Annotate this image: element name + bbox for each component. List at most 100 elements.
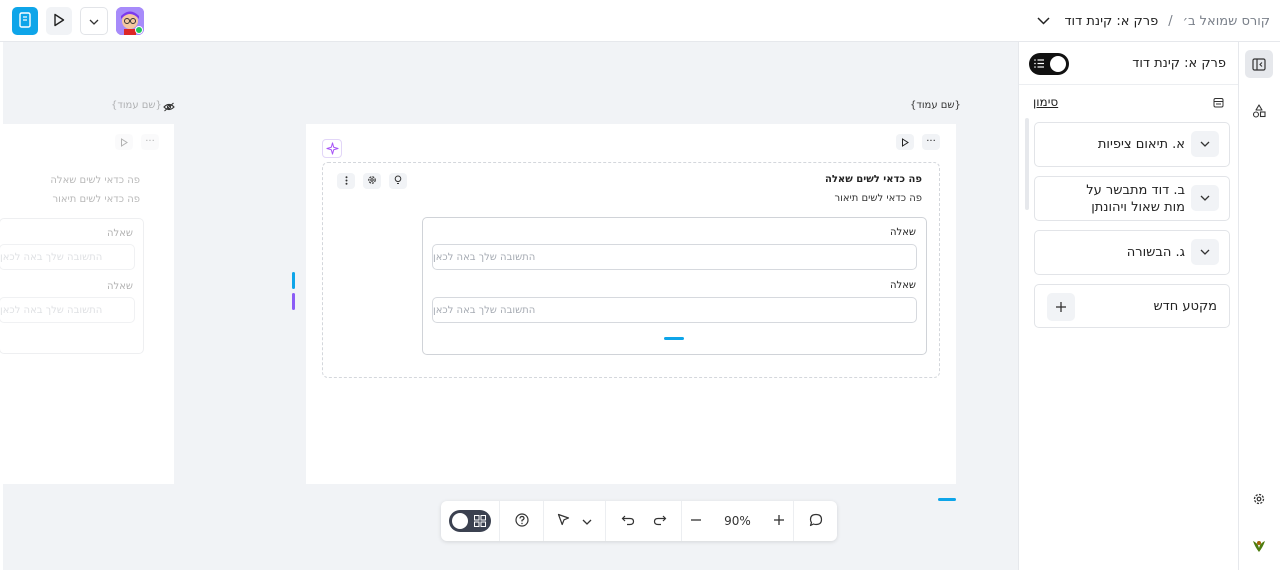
breadcrumb-root[interactable]: קורס שמואל ב׳ [1183,14,1270,29]
rail-components-button[interactable] [1245,97,1273,125]
grid-icon [474,515,486,530]
ghost-page-card[interactable]: ··· פה כדאי לשים שאלה פה כדאי לשים תיאור… [0,124,174,484]
chevron-down-icon [1200,249,1210,255]
grid-view-toggle[interactable] [449,510,491,532]
zoom-level[interactable]: 90% [724,514,751,528]
section-expand-button[interactable] [1191,239,1219,265]
sparkles-icon [325,142,339,155]
lightbulb-icon [394,174,402,188]
chevron-down-icon [1200,141,1210,147]
section-label: א. תיאום ציפיות [1097,137,1185,152]
sidebar-section-item[interactable]: ב. דוד מתבשר על מות שאול ויהונתן [1034,176,1230,221]
gear-icon [367,174,377,188]
preview-button[interactable] [46,7,72,35]
publish-button[interactable] [12,7,38,35]
help-icon[interactable] [514,512,529,530]
calendar-icon[interactable] [1213,97,1224,111]
question-label[interactable]: שאלה [890,227,916,238]
ghost-more-button[interactable]: ··· [141,134,159,150]
pointer-section [543,501,605,541]
panel-icon [1252,57,1266,71]
avatar[interactable] [116,7,144,35]
eye-off-icon[interactable] [163,101,175,115]
add-section-button[interactable]: מקטע חדש [1034,284,1230,328]
sidebar-section-item[interactable]: ג. הבשורה [1034,230,1230,275]
help-section [499,501,543,541]
play-icon [121,137,128,147]
pointer-icon[interactable] [557,513,570,529]
section-expand-button[interactable] [1191,131,1219,157]
resize-handle[interactable] [664,337,684,340]
list-icon [1034,58,1045,72]
more-options-dropdown[interactable] [80,7,108,35]
section-label: ג. הבשורה [1126,245,1185,260]
question-description[interactable]: פה כדאי לשים תיאור [835,193,923,204]
rail-sidebar-toggle[interactable] [1245,50,1273,78]
play-icon [53,13,65,30]
shapes-icon [1252,104,1266,118]
ghost-play-button[interactable] [115,134,133,150]
page-label[interactable]: {שם עמוד} [910,100,961,111]
ghost-page-label[interactable]: {שם עמוד} [111,100,162,111]
ghost-q-label: שאלה [107,281,133,292]
page-more-button[interactable]: ··· [922,134,940,150]
plus-icon [1056,302,1066,312]
undo-icon[interactable] [621,514,635,529]
ghost-question-desc: פה כדאי לשים תיאור [52,194,141,205]
block-menu-button[interactable] [337,173,355,189]
history-section [605,501,681,541]
top-bar: פרק א: קינת דוד / קורס שמואל ב׳ [0,0,1280,42]
online-status-dot [135,26,143,34]
comment-section [793,501,837,541]
toggle-knob [1050,56,1066,72]
breadcrumb-current[interactable]: פרק א: קינת דוד [1064,14,1158,29]
play-icon [902,137,909,147]
section-expand-button[interactable] [1191,185,1219,211]
add-section-label: מקטע חדש [1153,299,1217,314]
chevron-down-icon[interactable] [582,514,592,528]
add-section-plus[interactable] [1047,293,1075,321]
view-toggle-section [441,501,499,541]
rail-settings-button[interactable] [1245,485,1273,513]
connector-handle-purple[interactable] [292,293,295,310]
question-label[interactable]: שאלה [890,280,916,291]
questions-container: שאלה התשובה שלך באה לכאן שאלה התשובה שלך… [422,217,927,355]
answer-input[interactable]: התשובה שלך באה לכאן [432,244,917,270]
question-block[interactable]: פה כדאי לשים שאלה פה כדאי לשים תיאור שאל… [322,162,940,378]
ai-sparkle-button[interactable] [322,139,342,158]
more-horizontal-icon: ··· [145,136,155,147]
comment-icon[interactable] [809,513,823,530]
zoom-out-icon[interactable] [690,514,702,529]
ghost-answer-input[interactable]: התשובה שלך באה לכאן [0,297,135,323]
gear-icon [1253,493,1265,505]
page-name: {שם עמוד} [910,100,961,111]
chevron-down-icon [1200,195,1210,201]
zoom-section: 90% [681,501,793,541]
page-play-button[interactable] [896,134,914,150]
ghost-answer-input[interactable]: התשובה שלך באה לכאן [0,244,135,270]
redo-icon[interactable] [653,514,667,529]
page-card[interactable]: ··· פה כדאי לשים שאלה פה כדאי לשים תיאור… [306,124,956,484]
breadcrumb-separator: / [1168,13,1173,29]
question-title[interactable]: פה כדאי לשים שאלה [825,174,922,185]
page-resize-handle[interactable] [938,498,956,501]
rail-mascot-button[interactable] [1245,532,1273,560]
zoom-in-icon[interactable] [773,514,785,529]
ghost-question-box: שאלה התשובה שלך באה לכאן שאלה התשובה שלך… [0,218,144,354]
canvas-toolbar: 90% [441,501,837,541]
answer-input[interactable]: התשובה שלך באה לכאן [432,297,917,323]
sidebar-list-toggle[interactable] [1029,53,1069,75]
sidebar-scrollbar[interactable] [1025,118,1029,210]
toggle-knob [452,513,468,529]
sidebar-marking-link[interactable]: סימון [1033,95,1058,109]
plant-icon [1253,541,1265,552]
chevron-down-icon [89,14,99,28]
right-rail [1238,42,1280,570]
sidebar-section-item[interactable]: א. תיאום ציפיות [1034,122,1230,167]
block-hint-button[interactable] [389,173,407,189]
block-settings-button[interactable] [363,173,381,189]
section-label: ב. דוד מתבשר על מות שאול ויהונתן [1086,183,1185,215]
chevron-down-icon[interactable] [1037,14,1050,29]
breadcrumb: פרק א: קינת דוד / קורס שמואל ב׳ [1037,0,1270,42]
connector-handle-blue[interactable] [292,272,295,289]
